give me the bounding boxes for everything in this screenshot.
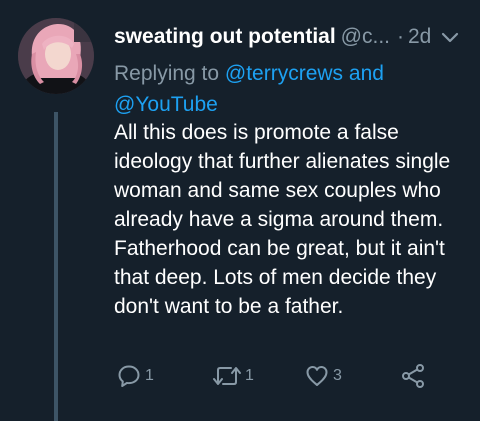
display-name[interactable]: sweating out potential <box>114 25 336 49</box>
replying-conjunction: and <box>348 62 384 85</box>
share-button[interactable] <box>400 362 426 390</box>
tweet-text: All this does is promote a false ideolog… <box>114 121 451 318</box>
avatar-photo <box>18 18 94 94</box>
replying-prefix: Replying to <box>114 62 220 85</box>
timestamp[interactable]: 2d <box>408 25 431 49</box>
mention-youtube[interactable]: @YouTube <box>114 93 218 116</box>
avatar[interactable] <box>18 18 94 94</box>
retweet-count: 1 <box>245 367 254 384</box>
more-options-button[interactable] <box>440 31 460 45</box>
tweet-header: sweating out potential @c... · 2d <box>114 22 476 52</box>
reply-count: 1 <box>145 367 154 384</box>
retweet-icon <box>213 367 241 385</box>
replying-to: Replying to @terrycrews and @YouTube <box>114 58 464 120</box>
mention-terrycrews[interactable]: @terrycrews <box>225 62 343 85</box>
speech-bubble-icon <box>118 365 140 387</box>
separator-dot: · <box>397 25 404 48</box>
retweet-button[interactable]: 1 <box>212 362 254 390</box>
like-button[interactable]: 3 <box>304 362 342 390</box>
chevron-down-icon <box>441 32 459 43</box>
reply-button[interactable]: 1 <box>116 362 154 390</box>
heart-icon <box>306 366 328 386</box>
thread-line <box>54 112 58 421</box>
user-handle[interactable]: @c... <box>341 25 390 49</box>
tweet-actions: 1 1 3 <box>116 362 446 390</box>
share-icon <box>402 364 424 388</box>
tweet: sweating out potential @c... · 2d Replyi… <box>0 0 480 421</box>
like-count: 3 <box>333 367 342 384</box>
